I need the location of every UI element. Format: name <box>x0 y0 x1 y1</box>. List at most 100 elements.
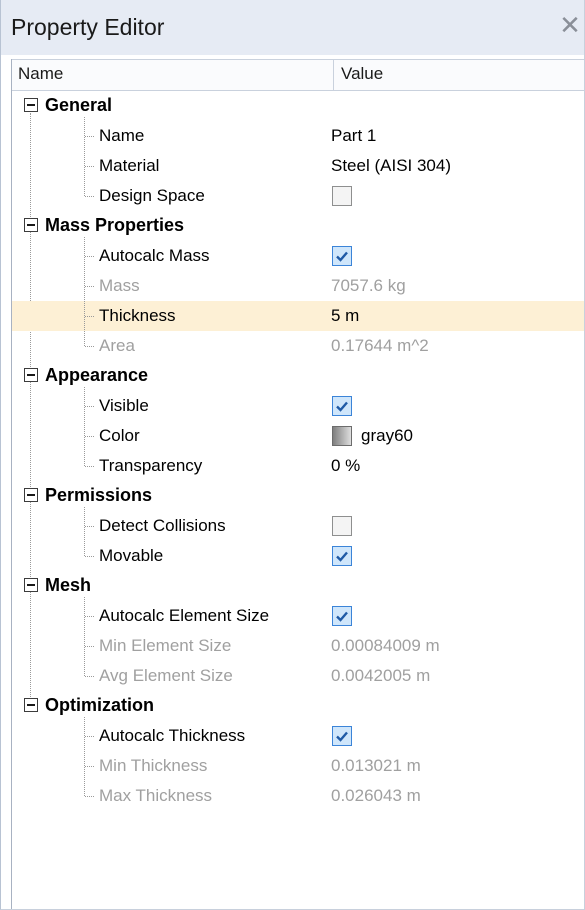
tree-connector <box>85 316 94 317</box>
category-label: Mass Properties <box>45 215 185 235</box>
property-row-min-element-size[interactable]: Min Element Size 0.00084009 m <box>12 631 584 661</box>
detect-collisions-checkbox[interactable] <box>332 516 352 536</box>
tree-connector <box>85 406 94 407</box>
property-value: 0.00084009 m <box>331 636 440 655</box>
property-row-min-thickness[interactable]: Min Thickness 0.013021 m <box>12 751 584 781</box>
column-divider[interactable] <box>333 60 334 90</box>
tree-connector <box>85 136 94 137</box>
collapse-icon[interactable] <box>24 218 38 232</box>
design-space-checkbox[interactable] <box>332 186 352 206</box>
collapse-icon[interactable] <box>24 698 38 712</box>
property-label: Min Element Size <box>99 636 232 655</box>
property-value: 0.17644 m^2 <box>331 336 429 355</box>
title-bar: Property Editor ✕ <box>1 0 584 55</box>
property-row-color[interactable]: Color gray60 <box>12 421 584 451</box>
category-row-appearance[interactable]: Appearance <box>12 361 584 391</box>
tree-connector <box>84 117 85 196</box>
property-value: 0.026043 m <box>331 786 421 805</box>
property-label: Avg Element Size <box>99 666 233 685</box>
autocalc-thickness-checkbox[interactable] <box>332 726 352 746</box>
tree-connector <box>84 717 85 796</box>
property-row-max-thickness[interactable]: Max Thickness 0.026043 m <box>12 781 584 811</box>
property-label: Color <box>99 426 140 445</box>
tree-connector <box>85 616 94 617</box>
tree-connector <box>85 556 94 557</box>
tree-connector <box>84 507 85 556</box>
tree-connector <box>85 286 94 287</box>
tree-connector <box>85 646 94 647</box>
tree-connector <box>85 766 94 767</box>
movable-checkbox[interactable] <box>332 546 352 566</box>
tree-connector <box>84 387 85 466</box>
property-value[interactable]: Steel (AISI 304) <box>331 156 451 176</box>
column-header-name[interactable]: Name <box>18 64 63 84</box>
tree-connector <box>85 796 94 797</box>
property-value: 0.0042005 m <box>331 666 431 685</box>
checkmark-icon <box>336 251 348 262</box>
autocalc-mass-checkbox[interactable] <box>332 246 352 266</box>
collapse-icon[interactable] <box>24 578 38 592</box>
property-value[interactable]: 0 % <box>331 456 360 476</box>
window-title: Property Editor <box>11 14 165 40</box>
category-label: Mesh <box>45 575 92 595</box>
checkmark-icon <box>336 611 348 622</box>
property-value[interactable]: gray60 <box>361 426 413 446</box>
property-value[interactable]: Part 1 <box>331 126 376 146</box>
property-row-movable[interactable]: Movable <box>12 541 584 571</box>
property-row-autocalc-thickness[interactable]: Autocalc Thickness <box>12 721 584 751</box>
category-row-permissions[interactable]: Permissions <box>12 481 584 511</box>
property-row-avg-element-size[interactable]: Avg Element Size 0.0042005 m <box>12 661 584 691</box>
tree-connector <box>85 736 94 737</box>
property-row-autocalc-element-size[interactable]: Autocalc Element Size <box>12 601 584 631</box>
property-value: 0.013021 m <box>331 756 421 775</box>
property-row-material[interactable]: Material Steel (AISI 304) <box>12 151 584 181</box>
property-label: Area <box>99 336 135 355</box>
property-label: Thickness <box>99 306 176 325</box>
category-row-general[interactable]: General <box>12 91 584 121</box>
property-row-transparency[interactable]: Transparency 0 % <box>12 451 584 481</box>
property-editor-window: Property Editor ✕ Name Value General Name… <box>0 0 585 910</box>
collapse-icon[interactable] <box>24 98 38 112</box>
checkmark-icon <box>336 731 348 742</box>
property-row-area[interactable]: Area 0.17644 m^2 <box>12 331 584 361</box>
checkmark-icon <box>336 401 348 412</box>
property-row-mass[interactable]: Mass 7057.6 kg <box>12 271 584 301</box>
tree-connector <box>85 466 94 467</box>
category-row-mesh[interactable]: Mesh <box>12 571 584 601</box>
property-row-detect-collisions[interactable]: Detect Collisions <box>12 511 584 541</box>
color-swatch[interactable] <box>332 426 352 446</box>
category-row-optimization[interactable]: Optimization <box>12 691 584 721</box>
tree-connector <box>85 436 94 437</box>
column-header-value[interactable]: Value <box>341 64 383 84</box>
autocalc-element-size-checkbox[interactable] <box>332 606 352 626</box>
property-row-design-space[interactable]: Design Space <box>12 181 584 211</box>
category-label: Permissions <box>45 485 153 505</box>
property-row-thickness[interactable]: Thickness 5 m <box>12 301 584 331</box>
tree-connector <box>84 237 85 346</box>
property-label: Name <box>99 126 145 145</box>
column-header: Name Value <box>12 59 584 91</box>
tree-connector <box>84 597 85 676</box>
visible-checkbox[interactable] <box>332 396 352 416</box>
collapse-icon[interactable] <box>24 488 38 502</box>
close-icon[interactable]: ✕ <box>558 12 582 38</box>
property-row-name[interactable]: Name Part 1 <box>12 121 584 151</box>
category-label: Optimization <box>45 695 154 715</box>
property-label: Detect Collisions <box>99 516 226 535</box>
property-label: Mass <box>99 276 140 295</box>
property-label: Material <box>99 156 160 175</box>
property-value[interactable]: 5 m <box>331 306 359 326</box>
category-label: General <box>45 95 113 115</box>
property-row-visible[interactable]: Visible <box>12 391 584 421</box>
property-label: Design Space <box>99 186 205 205</box>
category-row-mass-properties[interactable]: Mass Properties <box>12 211 584 241</box>
tree-connector <box>85 346 94 347</box>
property-label: Transparency <box>99 456 203 475</box>
property-label: Visible <box>99 396 149 415</box>
property-row-autocalc-mass[interactable]: Autocalc Mass <box>12 241 584 271</box>
tree-connector <box>85 166 94 167</box>
tree-connector <box>85 256 94 257</box>
collapse-icon[interactable] <box>24 368 38 382</box>
tree-connector <box>85 196 94 197</box>
tree-connector <box>85 676 94 677</box>
